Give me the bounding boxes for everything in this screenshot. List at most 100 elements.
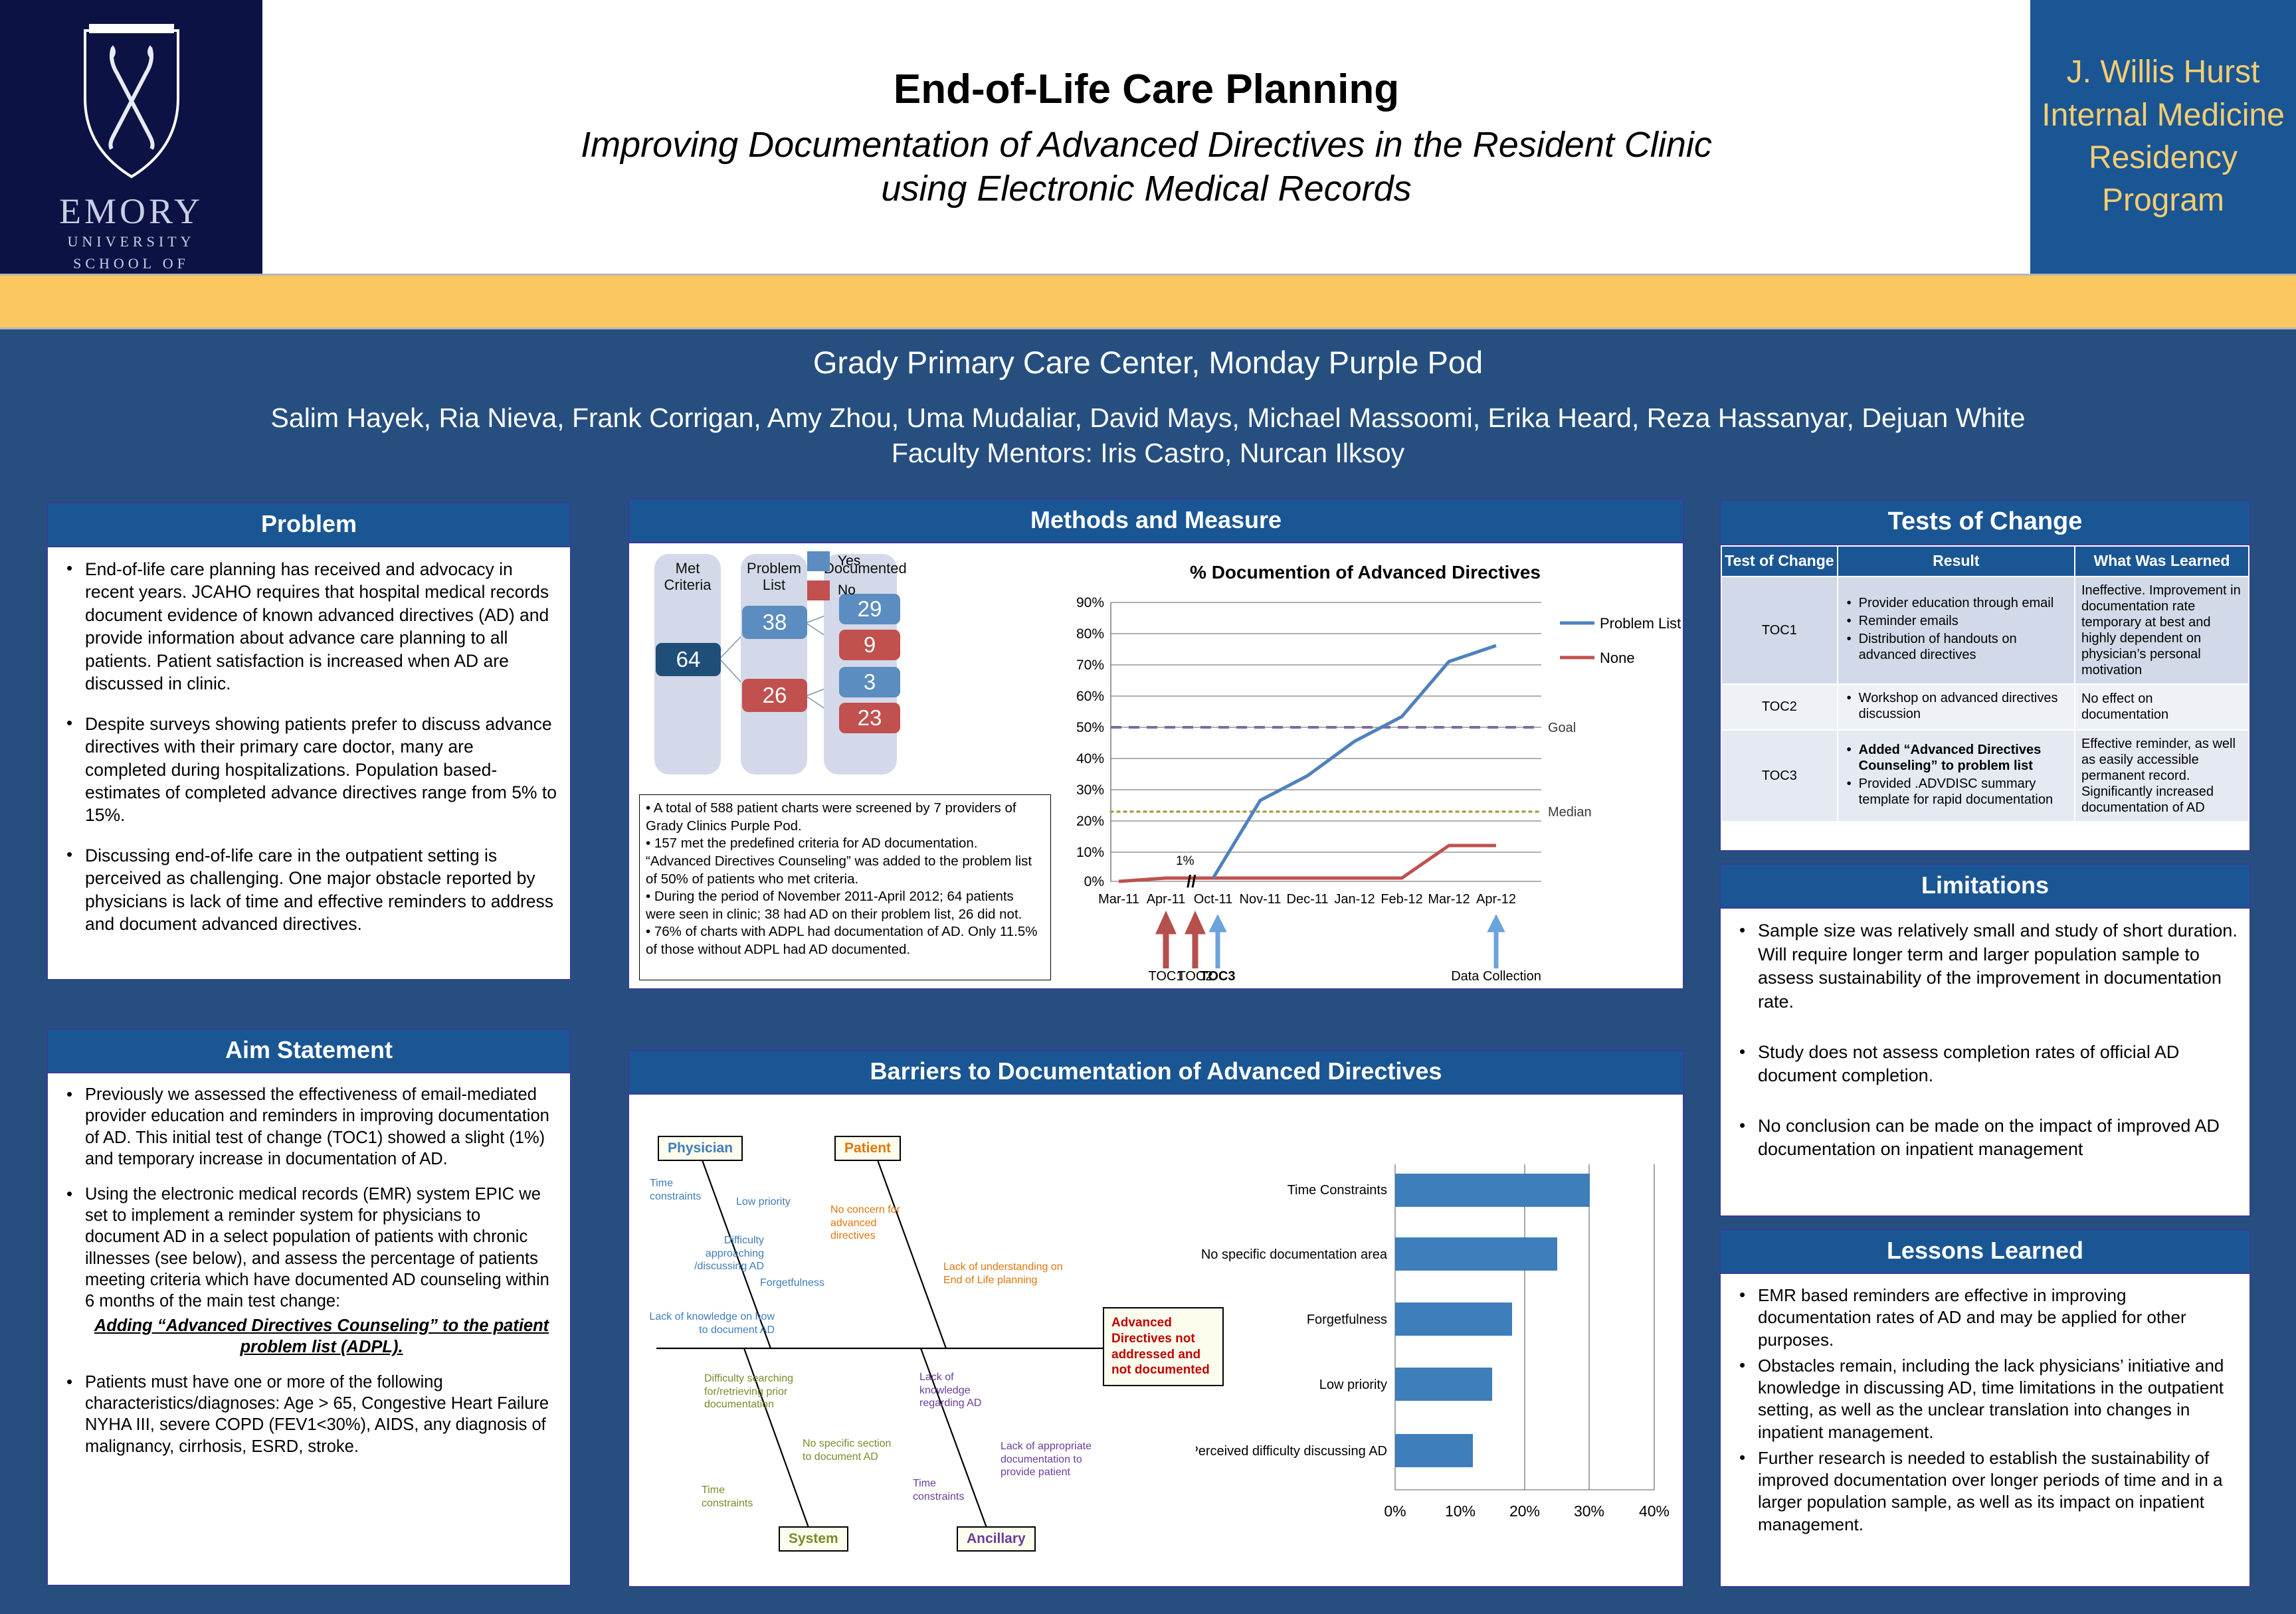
flow-node-documented-no-a: 9 [839, 630, 900, 660]
line-chart-svg: 90% 80% 70% 60% 50% 40% 30% 20% 10% 0% G… [1076, 595, 1681, 982]
list-item: End-of-life care planning has received a… [60, 557, 558, 695]
bar-label: Time Constraints [1288, 1183, 1387, 1198]
problem-bullet-list: End-of-life care planning has received a… [60, 557, 558, 936]
event-markers: TOC1 TOC2 TOC3 Data Collection [1149, 911, 1541, 982]
x-tick-label: Oct-11 [1194, 892, 1233, 907]
legend-item-no: No [807, 581, 894, 600]
emory-word: EMORY [58, 191, 204, 231]
flow-column-problem-list: Problem List [741, 554, 807, 774]
flow-node-problem-list-no: 26 [742, 679, 807, 712]
line-chart-ad-documentation: % Documention of Advanced Directives 90%… [1050, 558, 1681, 983]
methods-note-line: • 157 met the predefined criteria for AD… [646, 836, 1032, 887]
fishbone-cause: Time constraints [913, 1478, 965, 1502]
bar-chart-svg: Time Constraints No specific documentati… [1196, 1164, 1670, 1520]
list-item: Discussing end-of-life care in the outpa… [60, 844, 558, 936]
bar-time-constraints [1395, 1174, 1590, 1207]
x-tick-label: Nov-11 [1240, 892, 1282, 907]
list-item: Provider education through email [1844, 595, 2068, 611]
fishbone-diagram: Physician Patient System Ancillary Time … [638, 1108, 1236, 1566]
column-header-result: Result [1836, 545, 2075, 577]
fishbone-cause: Lack of appropriate documentation to pro… [1001, 1441, 1092, 1479]
list-item: Distribution of handouts on advanced dir… [1844, 631, 2068, 663]
goal-reference-label: Goal [1548, 721, 1576, 735]
emory-schoolof-word: SCHOOL OF [73, 254, 189, 272]
bar-chart-barriers: Time Constraints No specific documentati… [1196, 1152, 1674, 1551]
mentors-line: Faculty Mentors: Iris Castro, Nurcan Ilk… [891, 437, 1405, 468]
bar-label: Low priority [1319, 1378, 1387, 1392]
methods-note-line: • 76% of charts with ADPL had documentat… [646, 924, 1038, 958]
cell-toc-result: Added “Advanced Directives Counseling” t… [1836, 729, 2075, 822]
series-line-problem-list [1211, 644, 1497, 879]
bar-perceived-difficulty [1395, 1434, 1473, 1467]
list-item: Using the electronic medical records (EM… [60, 1183, 558, 1358]
x-tick-label: Mar-12 [1428, 892, 1470, 907]
methods-note-line: • During the period of November 2011-Apr… [646, 889, 1022, 922]
residency-program-label: J. Willis Hurst Internal Medicine Reside… [2030, 0, 2296, 274]
fishbone-cause: Time constraints [650, 1178, 702, 1202]
x-tick-label: Apr-11 [1147, 892, 1186, 907]
list-item: Study does not assess completion rates o… [1733, 1039, 2238, 1088]
y-tick-label: 60% [1076, 689, 1104, 704]
fishbone-cause: No concern for advanced directives [830, 1204, 900, 1242]
emory-university-word: UNIVERSITY [67, 232, 195, 250]
bar-chart-bars [1395, 1174, 1590, 1467]
byline-block: Grady Primary Care Center, Monday Purple… [0, 329, 2296, 489]
y-tick-label: 20% [1076, 814, 1104, 829]
bar-forgetfulness [1395, 1302, 1512, 1336]
y-tick-label: 70% [1076, 658, 1104, 673]
bar-low-priority [1395, 1368, 1492, 1401]
page-subtitle: Improving Documentation of Advanced Dire… [581, 124, 1712, 211]
list-item: Workshop on advanced directives discussi… [1844, 690, 2068, 722]
event-label-toc3: TOC3 [1200, 969, 1236, 982]
fishbone-cause: Forgetfulness [760, 1277, 824, 1289]
panel-tests-of-change-title: Tests of Change [1721, 501, 2249, 545]
list-item: Patients must have one or more of the fo… [60, 1371, 558, 1458]
annotation-one-percent: 1% [1176, 854, 1195, 868]
flow-column-label: Problem List [747, 560, 801, 593]
list-item: EMR based reminders are effective in imp… [1733, 1284, 2238, 1351]
y-tick-label: 10% [1076, 845, 1104, 860]
y-tick-label: 30% [1076, 782, 1104, 798]
flow-column-label: Met Criteria [664, 560, 712, 593]
x-tick-label: Feb-12 [1381, 892, 1422, 907]
flow-node-met-criteria: 64 [656, 643, 721, 676]
page-title: End-of-Life Care Planning [893, 66, 1400, 113]
fishbone-cause: Time constraints [702, 1484, 753, 1509]
x-axis-tick-labels: Mar-11 Apr-11 Oct-11 Nov-11 Dec-11 Jan-1… [1098, 892, 1516, 907]
cell-toc-name: TOC3 [1721, 729, 1838, 822]
panel-tests-of-change: Tests of Change Test of Change Result Wh… [1719, 499, 2251, 852]
cell-toc-result: Workshop on advanced directives discussi… [1836, 683, 2075, 731]
y-tick-label: 90% [1076, 595, 1104, 610]
fishbone-category-ancillary: Ancillary [957, 1526, 1036, 1552]
event-marker-toc1 [1155, 911, 1177, 968]
column-header-what-was-learned: What Was Learned [2073, 545, 2250, 577]
panel-limitations-body: Sample size was relatively small and stu… [1721, 909, 2249, 1195]
panel-lessons-learned-body: EMR based reminders are effective in imp… [1721, 1274, 2249, 1546]
cell-toc-name: TOC2 [1721, 683, 1838, 731]
title-block: End-of-Life Care Planning Improving Docu… [262, 0, 2030, 274]
x-tick-label: 10% [1445, 1502, 1476, 1520]
panel-problem-title: Problem [48, 503, 570, 547]
bar-label: Perceived difficulty discussing AD [1196, 1444, 1387, 1459]
legend-label-yes: Yes [838, 553, 861, 569]
column-header-test-of-change: Test of Change [1721, 545, 1838, 577]
x-tick-label: Dec-11 [1287, 892, 1329, 907]
cell-toc-learned: No effect on documentation [2073, 683, 2250, 731]
y-tick-label: 50% [1076, 720, 1104, 735]
line-chart-title: % Documention of Advanced Directives [1190, 562, 1541, 583]
legend-label-problem-list: Problem List [1600, 615, 1681, 632]
x-tick-label: Mar-11 [1098, 892, 1139, 907]
panel-aim-title: Aim Statement [48, 1030, 570, 1073]
bar-label: No specific documentation area [1201, 1247, 1388, 1262]
legend-item-yes: Yes [807, 551, 894, 571]
table-row: TOC2 Workshop on advanced directives dis… [1721, 683, 2250, 731]
table-row: TOC3 Added “Advanced Directives Counseli… [1721, 729, 2250, 822]
list-item: Further research is needed to establish … [1733, 1447, 2238, 1536]
list-item: Despite surveys showing patients prefer … [60, 712, 558, 827]
fishbone-category-patient: Patient [834, 1136, 902, 1161]
list-item: Added “Advanced Directives Counseling” t… [1844, 742, 2068, 774]
legend-label-no: No [838, 583, 856, 598]
list-item: Previously we assessed the effectiveness… [60, 1083, 558, 1170]
aim-bullet-list: Previously we assessed the effectiveness… [60, 1083, 558, 1458]
panel-problem: Problem End-of-life care planning has re… [47, 502, 571, 980]
